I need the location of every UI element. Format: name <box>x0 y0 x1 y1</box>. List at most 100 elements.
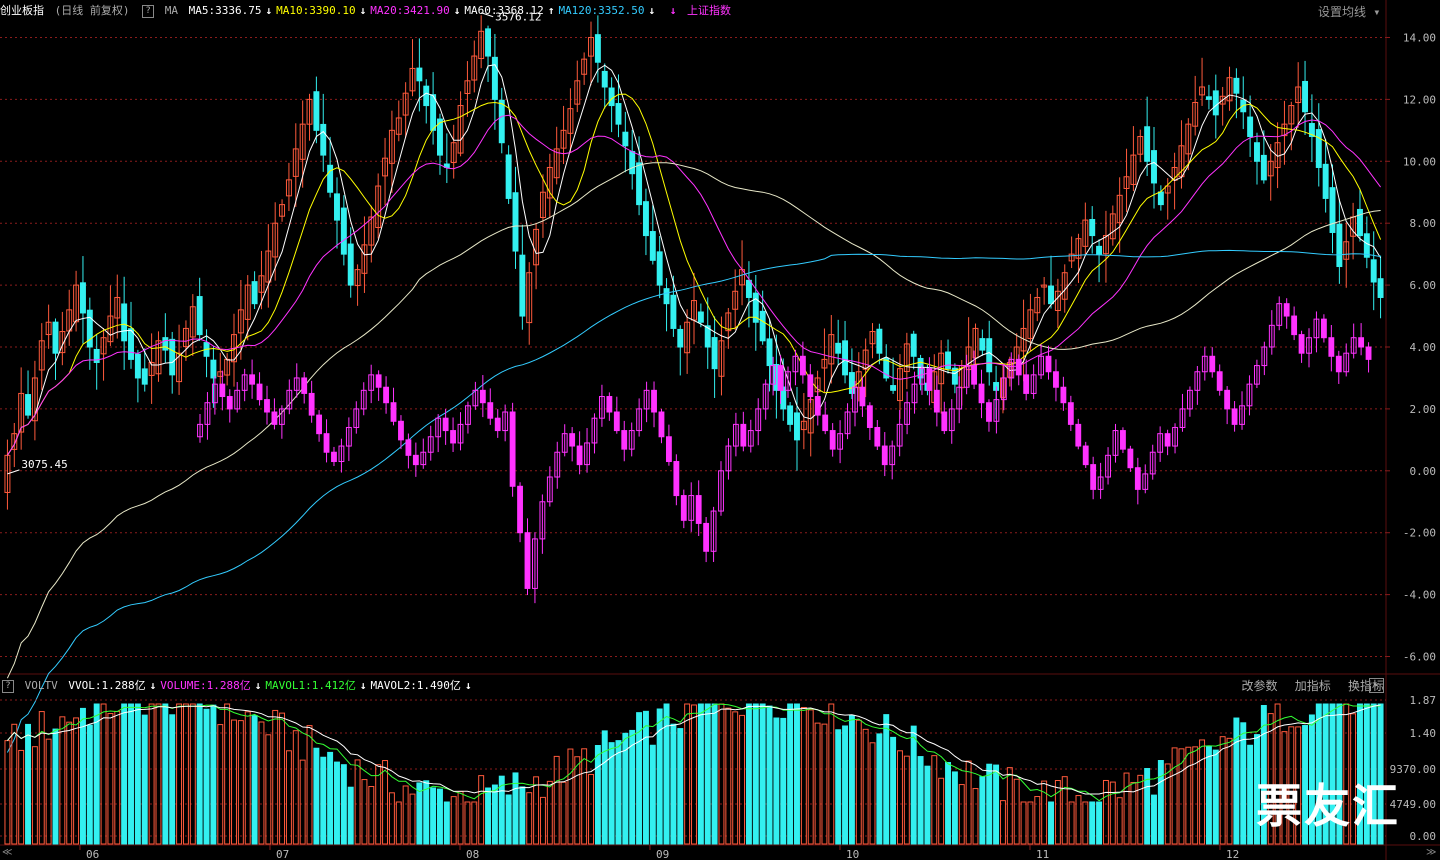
volume-bar <box>917 756 924 845</box>
price-tick-label: 0.00 <box>1410 465 1437 478</box>
volume-bar <box>79 707 86 845</box>
volume-bar <box>402 785 409 845</box>
price-tick-label: 8.00 <box>1410 217 1437 230</box>
volume-bar <box>4 740 11 845</box>
volume-bar <box>1199 739 1206 845</box>
volume-bar <box>642 710 649 845</box>
compare-candle-body <box>569 433 576 447</box>
compare-candle-body <box>606 396 613 413</box>
x-tick-label: 09 <box>656 848 669 860</box>
candle-body <box>615 103 622 125</box>
volume-bar <box>251 715 258 845</box>
volume-bar <box>1048 801 1054 845</box>
compare-candle-body <box>442 417 449 432</box>
compare-candle-body <box>799 355 806 376</box>
volume-help-icon[interactable]: ? <box>2 679 14 693</box>
price-tick-label: -4.00 <box>1403 589 1436 602</box>
volume-bar <box>1247 744 1254 845</box>
candle-body <box>787 405 794 425</box>
candle-body <box>594 34 601 63</box>
candle-body <box>1260 154 1267 181</box>
volume-bar <box>368 786 375 845</box>
candle-body <box>1247 116 1254 138</box>
price-tick-label: 12.00 <box>1403 93 1436 106</box>
candle-body <box>1254 142 1260 162</box>
volume-bar <box>210 704 217 845</box>
candle-body <box>1233 77 1240 94</box>
compare-candle-body <box>941 411 948 432</box>
volume-bar <box>306 725 313 845</box>
volume-bar <box>299 759 306 845</box>
volume-bar <box>993 764 1000 845</box>
candle-body <box>347 243 354 286</box>
volume-bar <box>876 733 883 845</box>
volume-bar <box>752 703 759 845</box>
volume-bar <box>244 711 251 845</box>
volume-bar <box>189 703 196 845</box>
chart-canvas[interactable]: 14.00 12.00 10.00 8.00 6.00 4.00 2.00 0.00 -2.00… <box>0 0 1440 860</box>
compare-candle-body <box>450 430 456 444</box>
compare-candle-body <box>1224 389 1231 410</box>
candle-body <box>1157 191 1164 206</box>
candle-body <box>663 288 670 305</box>
volume-bar <box>203 708 210 845</box>
compare-candle-body <box>1358 337 1365 348</box>
volume-bar <box>999 800 1006 845</box>
compare-candle-body <box>1365 346 1372 360</box>
compare-candle-body <box>1023 374 1030 394</box>
compare-candle-body <box>1216 371 1223 391</box>
compare-candle-body <box>308 392 315 416</box>
compare-candle-body <box>1291 315 1298 336</box>
compare-candle-body <box>874 426 881 447</box>
candle-body <box>485 28 492 57</box>
candle-body <box>1377 278 1384 298</box>
close-icon[interactable]: × <box>1369 678 1384 693</box>
volume-bar <box>169 714 176 845</box>
volume-bar <box>354 759 361 845</box>
candle-body <box>848 372 855 394</box>
volume-bar <box>1027 801 1034 845</box>
compare-candle-body <box>1328 337 1335 357</box>
x-tick-label: 10 <box>846 848 859 860</box>
volume-bar <box>711 703 718 845</box>
volume-bar <box>732 711 739 845</box>
candle-body <box>642 201 649 237</box>
compare-candle-body <box>509 411 516 487</box>
volume-bar <box>1096 801 1103 845</box>
compare-candle-body <box>479 389 486 404</box>
candle-body <box>1315 129 1322 168</box>
compare-candle-body <box>1127 448 1134 469</box>
volume-bar <box>66 721 73 845</box>
scroll-left-icon[interactable]: ≪ <box>2 847 12 858</box>
volume-legend: VVOL:1.288亿 ↓ VOLUME:1.288亿 ↓ MAVOL1:1.412亿 ↓… <box>68 679 475 692</box>
candle-body <box>670 294 677 329</box>
volume-bar <box>59 716 66 845</box>
volume-bar <box>340 764 347 845</box>
candle-body <box>876 328 883 354</box>
volume-bar <box>718 703 725 845</box>
high-pointer <box>481 12 494 18</box>
edit-params-button[interactable]: 改参数 <box>1241 679 1277 693</box>
candle-body <box>512 192 519 252</box>
volume-bar <box>196 703 203 845</box>
add-indicator-button[interactable]: 加指标 <box>1295 679 1331 693</box>
volume-bar <box>800 706 807 845</box>
compare-candle-body <box>971 365 977 385</box>
scroll-right-icon[interactable]: ≫ <box>1426 847 1436 858</box>
compare-candle-body <box>301 377 308 394</box>
compare-candle-body <box>777 365 784 391</box>
candle-body <box>25 394 32 416</box>
volume-bar <box>938 777 945 845</box>
volume-bar <box>567 748 574 845</box>
volume-bar <box>958 784 965 845</box>
volume-bar <box>663 703 670 845</box>
candle-body <box>677 328 684 348</box>
candle-body <box>766 338 773 367</box>
candle-body <box>86 309 93 348</box>
volume-bar <box>1075 795 1082 845</box>
candle-body <box>162 337 169 351</box>
low-pointer <box>7 469 20 475</box>
candle-body <box>1363 233 1370 258</box>
volume-bar <box>560 781 567 845</box>
x-tick-label: 11 <box>1036 848 1049 860</box>
